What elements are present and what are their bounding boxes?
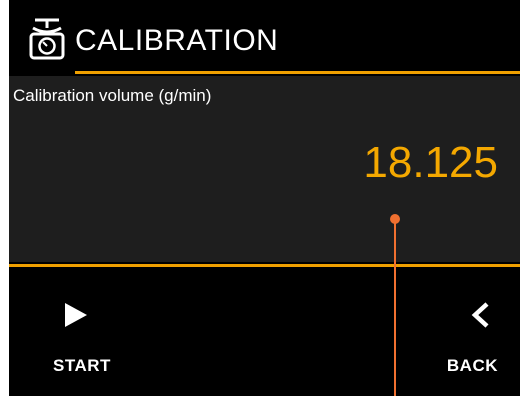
divider bbox=[9, 264, 520, 267]
play-icon bbox=[65, 303, 87, 327]
calibration-value[interactable]: 18.125 bbox=[363, 138, 498, 188]
device-display: CALIBRATION Calibration volume (g/min) 1… bbox=[9, 0, 520, 396]
header: CALIBRATION bbox=[9, 0, 520, 74]
back-button-label: BACK bbox=[446, 356, 498, 375]
screenshot: CALIBRATION Calibration volume (g/min) 1… bbox=[0, 0, 529, 396]
chevron-left-icon bbox=[471, 302, 489, 328]
scale-icon bbox=[29, 18, 65, 60]
header-underline bbox=[75, 71, 520, 74]
back-button[interactable]: BACK bbox=[400, 280, 520, 390]
start-button[interactable]: START bbox=[9, 280, 129, 390]
callout-pointer-line bbox=[394, 222, 396, 396]
calibration-label: Calibration volume (g/min) bbox=[13, 86, 212, 105]
callout-pointer bbox=[390, 214, 400, 396]
calibration-value-panel[interactable]: Calibration volume (g/min) 18.125 bbox=[9, 76, 520, 262]
start-button-label: START bbox=[53, 356, 111, 375]
page-title: CALIBRATION bbox=[75, 24, 279, 57]
